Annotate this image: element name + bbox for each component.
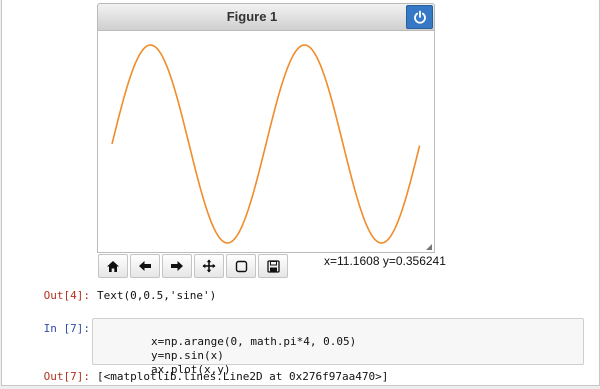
out7-text: [<matplotlib.lines.Line2D at 0x276f97aa4…	[97, 370, 389, 383]
forward-arrow-icon	[171, 261, 183, 271]
code-cell-input[interactable]: x=np.arange(0, math.pi*4, 0.05) y=np.sin…	[92, 318, 584, 376]
resize-handle[interactable]	[426, 244, 432, 250]
close-figure-button[interactable]	[406, 5, 433, 29]
out4-text: Text(0,0.5,'sine')	[97, 289, 217, 302]
figure-canvas[interactable]	[97, 30, 435, 253]
notebook-panel: Figure 1 x=11.1608 y=0.356241 Out[4]: Te…	[1, 0, 600, 386]
save-button[interactable]	[258, 254, 288, 278]
back-button[interactable]	[130, 254, 160, 278]
zoom-rect-icon	[235, 260, 247, 272]
forward-button[interactable]	[162, 254, 192, 278]
save-disk-icon	[266, 259, 280, 273]
plot-area	[111, 44, 421, 244]
figure-titlebar: Figure 1	[97, 3, 435, 30]
out7-prompt: Out[7]:	[43, 370, 90, 383]
pan-button[interactable]	[194, 254, 224, 278]
figure-toolbar	[98, 254, 290, 280]
home-button[interactable]	[98, 254, 128, 278]
zoom-button[interactable]	[226, 254, 256, 278]
figure-title: Figure 1	[226, 9, 278, 24]
home-icon	[107, 260, 119, 272]
power-icon	[414, 10, 426, 24]
pan-move-icon	[202, 259, 216, 273]
cursor-coordinates: x=11.1608 y=0.356241	[324, 254, 446, 268]
in7-prompt: In [7]:	[43, 322, 90, 335]
back-arrow-icon	[139, 261, 151, 271]
sine-series-line	[111, 44, 421, 244]
out4-prompt: Out[4]:	[43, 289, 90, 302]
page: Figure 1 x=11.1608 y=0.356241 Out[4]: Te…	[0, 0, 600, 386]
